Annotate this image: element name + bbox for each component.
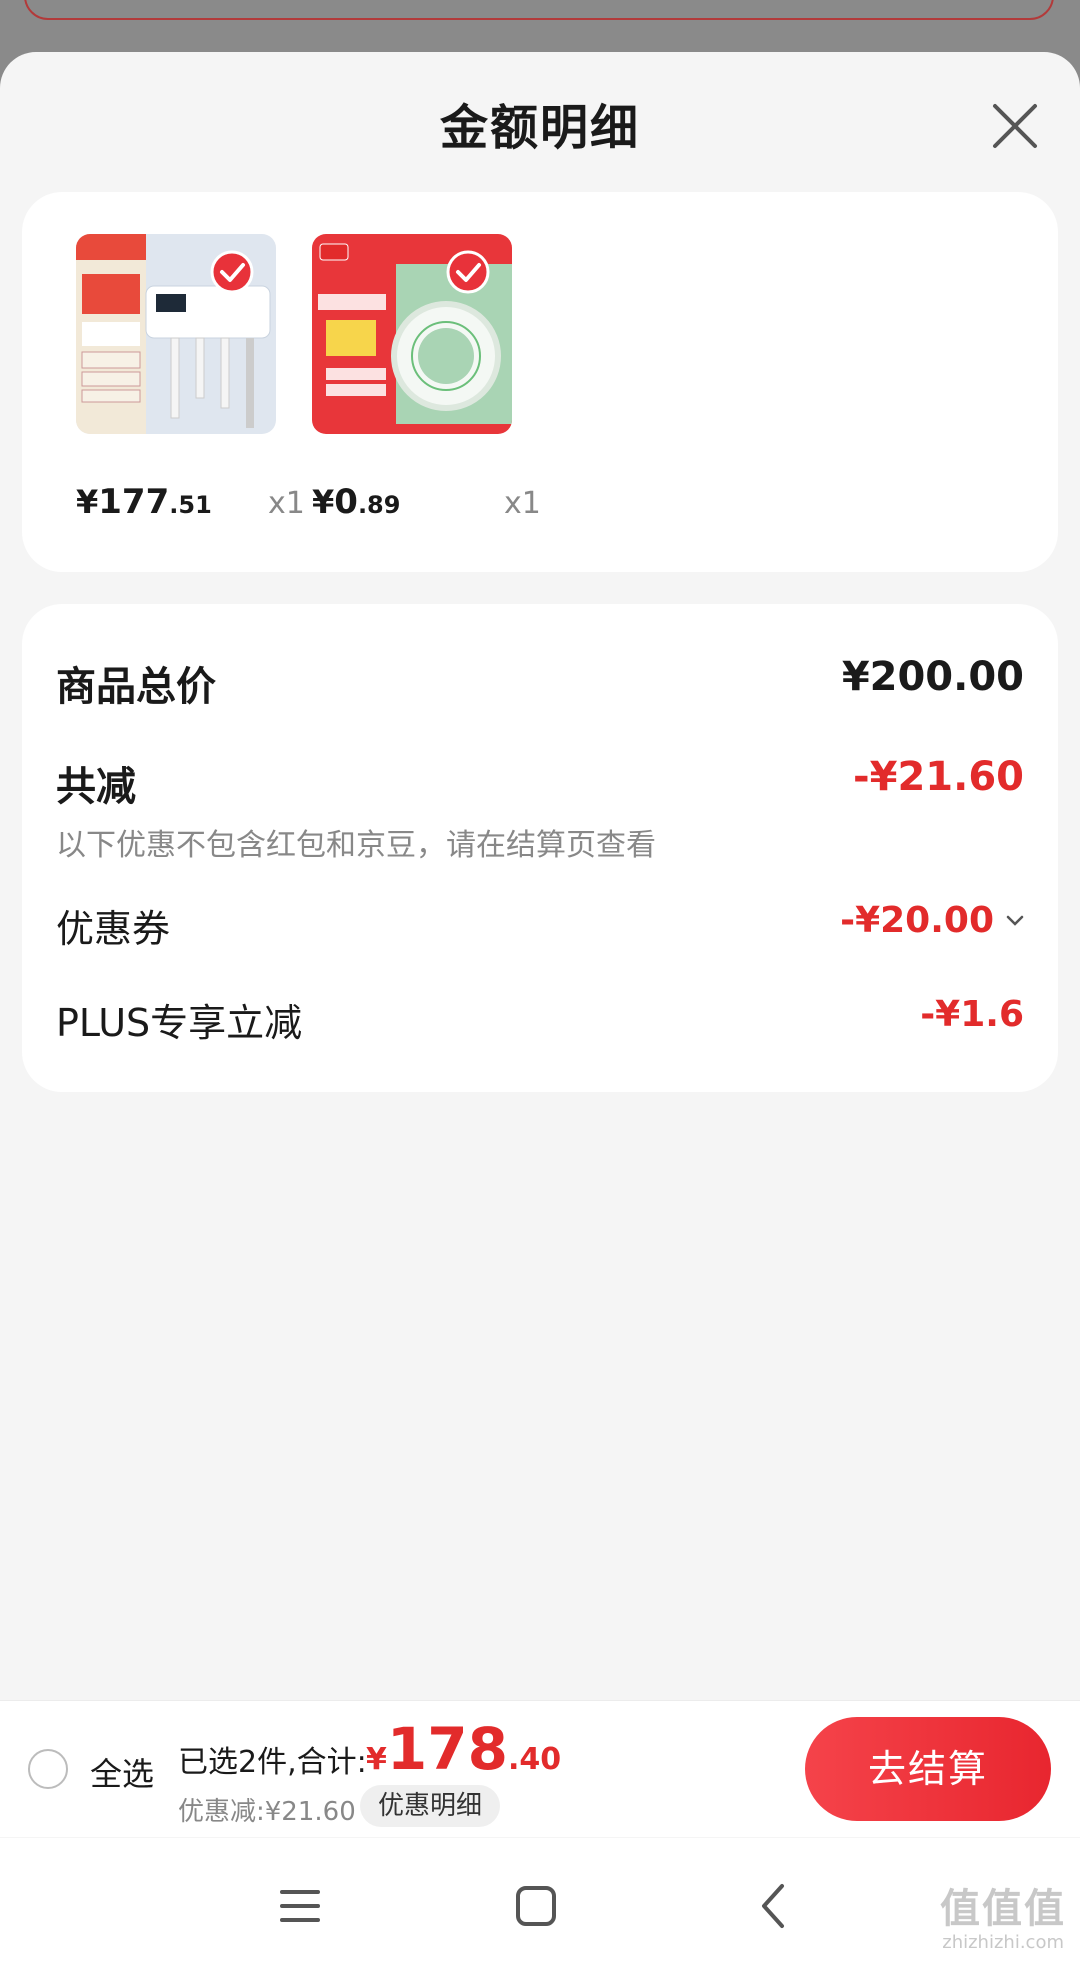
total-amount: ¥178.40 [366, 1715, 562, 1783]
plus-discount-value: -¥1.6 [920, 994, 1024, 1035]
watermark-url: zhizhizhi.com [942, 1932, 1064, 1953]
products-card: ¥177.51 x1 ¥0.89 x1 [22, 192, 1058, 572]
coupon-label: 优惠券 [56, 907, 171, 951]
chevron-down-icon[interactable] [1002, 908, 1028, 934]
discount-note: 以下优惠不包含红包和京豆，请在结算页查看 [56, 828, 656, 863]
selected-count-text: 已选2件,合计: [178, 1745, 367, 1780]
home-icon[interactable] [508, 1878, 564, 1934]
product-item[interactable]: ¥0.89 x1 [312, 234, 541, 522]
product-image[interactable] [76, 234, 276, 434]
product-price: ¥0.89 [312, 482, 401, 522]
total-reduce-label: 共减 [56, 764, 136, 810]
background-pill [24, 0, 1054, 20]
product-item[interactable]: ¥177.51 x1 [76, 234, 305, 522]
discount-detail-button[interactable]: 优惠明细 [360, 1785, 501, 1827]
system-nav-bar: 值值值 zhizhizhi.com [0, 1838, 1080, 1966]
tape-roll-image [312, 234, 512, 434]
price-detail-card: 商品总价 ¥200.00 共减 -¥21.60 以下优惠不包含红包和京豆，请在结… [22, 604, 1058, 1092]
checkout-button[interactable]: 去结算 [805, 1717, 1051, 1821]
product-price: ¥177.51 [76, 482, 212, 522]
background-overlay [0, 0, 1080, 60]
amount-detail-sheet: 金额明细 ¥177.51 x1 ¥0.89 x1 商品总价 ¥200.00 共减… [0, 52, 1080, 1966]
total-reduce-value: -¥21.60 [853, 754, 1024, 800]
coupon-value[interactable]: -¥20.00 [840, 900, 994, 941]
total-price-value: ¥200.00 [841, 654, 1024, 700]
discount-amount-text: 优惠减:¥21.60 [178, 1797, 356, 1827]
back-icon[interactable] [746, 1878, 802, 1934]
product-quantity: x1 [504, 486, 541, 521]
checkout-bar: 全选 已选2件,合计: ¥178.40 优惠减:¥21.60 优惠明细 去结算 [0, 1700, 1080, 1837]
total-price-label: 商品总价 [56, 664, 216, 710]
watermark-logo: 值值值 [940, 1886, 1066, 1932]
product-image[interactable] [312, 234, 512, 434]
plus-discount-label: PLUS专享立减 [56, 1001, 303, 1045]
product-quantity: x1 [268, 486, 305, 521]
toothbrush-holder-image [76, 234, 276, 434]
menu-icon[interactable] [272, 1878, 328, 1934]
select-all-checkbox[interactable] [28, 1749, 68, 1789]
select-all-label[interactable]: 全选 [90, 1749, 154, 1795]
sheet-title: 金额明细 [439, 100, 640, 156]
close-icon[interactable] [985, 96, 1045, 156]
